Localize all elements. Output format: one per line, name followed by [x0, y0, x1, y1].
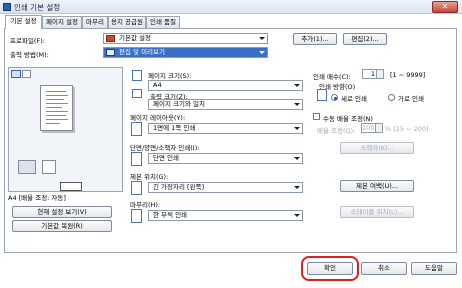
output-size-select[interactable]: 페이지 크기와 일치 — [148, 99, 303, 110]
edit-preview-icon — [106, 49, 115, 56]
portrait-radio[interactable] — [331, 94, 338, 101]
copies-label: 인쇄 매수(C): — [313, 73, 351, 81]
landscape-radio[interactable] — [388, 94, 395, 101]
edit-profile-button[interactable]: 편집(2)... — [343, 33, 387, 45]
window-title: 인쇄 기본 설정 — [14, 3, 61, 12]
finishing-select[interactable]: 한 부씩 인쇄 — [148, 210, 303, 221]
binding-icon — [131, 181, 142, 195]
profile-icon — [106, 35, 115, 42]
tab-basic-settings[interactable]: 기본 설정 — [5, 15, 42, 29]
copies-range: [1 ~ 9999] — [390, 71, 426, 79]
manual-scale-checkbox[interactable] — [313, 113, 320, 120]
printer-app-icon — [3, 3, 11, 11]
chevron-down-icon — [259, 37, 265, 40]
page-size-value: A4 — [153, 81, 162, 89]
finishing-label: 마무리(H): — [130, 201, 161, 209]
tab-page-setup[interactable]: 페이지 설정 — [42, 16, 82, 28]
binding-select[interactable]: 긴 가장자리 [왼쪽] — [148, 182, 303, 193]
preview-status: A4 [배율 조정: 자동] — [8, 194, 66, 202]
portrait-label: 세로 인쇄 — [341, 95, 367, 103]
scale-range: % [25 ~ 200] — [385, 125, 429, 133]
output-size-value: 페이지 크기와 일치 — [153, 100, 205, 108]
scale-stepper[interactable]: 100 — [361, 123, 383, 133]
help-button[interactable]: 도움말 — [411, 262, 457, 275]
tab-print-quality[interactable]: 인쇄 품질 — [146, 16, 180, 28]
add-profile-button[interactable]: 추가(1)... — [293, 33, 337, 45]
duplex-icon — [131, 152, 142, 166]
cancel-button[interactable]: 취소 — [361, 262, 407, 275]
chevron-down-icon — [259, 51, 265, 54]
booklet-button[interactable]: 소책자(K)... — [340, 142, 414, 154]
layout-icon — [131, 122, 142, 136]
manual-scale-label: 수동 배율 조정(N) — [323, 115, 373, 123]
layout-value: 1면에 1쪽 인쇄 — [153, 124, 196, 132]
duplex-value: 단면 인쇄 — [153, 154, 179, 162]
orientation-icon — [317, 89, 327, 101]
finishing-value: 한 부씩 인쇄 — [153, 211, 188, 219]
chevron-down-icon — [294, 103, 300, 106]
tab-paper-source[interactable]: 용지 공급원 — [108, 16, 146, 28]
chevron-down-icon — [294, 127, 300, 130]
preview-printer-view-icon[interactable] — [11, 70, 21, 78]
scale-label: 배율 조정(Q): — [317, 127, 356, 135]
copies-stepper[interactable]: 1 — [362, 69, 384, 79]
profile-value: 기본값 설정 — [119, 34, 151, 42]
layout-select[interactable]: 1면에 1쪽 인쇄 — [148, 123, 303, 134]
finishing-icon — [131, 209, 142, 223]
output-method-label: 출력 방법(M): — [10, 51, 49, 59]
chevron-down-icon — [294, 186, 300, 189]
binding-value: 긴 가장자리 [왼쪽] — [153, 183, 205, 191]
page-size-icon — [132, 70, 142, 81]
printer-icon — [18, 160, 36, 174]
output-size-icon — [132, 89, 142, 98]
duplex-select[interactable]: 단면 인쇄 — [148, 153, 303, 164]
close-button[interactable]: ✕ — [432, 1, 458, 13]
restore-defaults-button[interactable]: 기본값 복원(R) — [12, 220, 112, 232]
staple-position-button[interactable]: 스테이플 위치(L)... — [340, 206, 414, 218]
profile-label: 프로파일(F): — [10, 37, 45, 45]
layout-label: 페이지 레이아웃(Y): — [130, 114, 186, 122]
page-size-select[interactable]: A4 — [148, 80, 303, 91]
profile-select[interactable]: 기본값 설정 — [103, 33, 268, 44]
duplex-binding-icon — [60, 182, 82, 191]
chevron-down-icon — [294, 157, 300, 160]
tab-finishing[interactable]: 마무리 — [82, 16, 108, 28]
preview-page-view-icon[interactable] — [22, 70, 31, 78]
page-size-label: 페이지 크기(S): — [148, 72, 192, 80]
binding-label: 제본 위치(G): — [130, 173, 169, 181]
landscape-label: 가로 인쇄 — [398, 95, 424, 103]
chevron-down-icon — [294, 214, 300, 217]
output-method-value: 편집 및 미리보기 — [119, 48, 165, 56]
title-bar: 인쇄 기본 설정 — [0, 0, 462, 14]
chevron-down-icon — [294, 84, 300, 87]
ok-button[interactable]: 확인 — [307, 262, 353, 275]
view-current-settings-button[interactable]: 현재 설정 보기(V) — [12, 206, 112, 218]
binding-margin-button[interactable]: 제본 여백(U)... — [340, 180, 414, 192]
duplex-label: 단면/양면/소책자 인쇄(I): — [130, 144, 200, 152]
document-stack-icon — [42, 160, 56, 174]
output-method-select[interactable]: 편집 및 미리보기 — [103, 47, 268, 58]
page-preview-image — [40, 85, 73, 131]
